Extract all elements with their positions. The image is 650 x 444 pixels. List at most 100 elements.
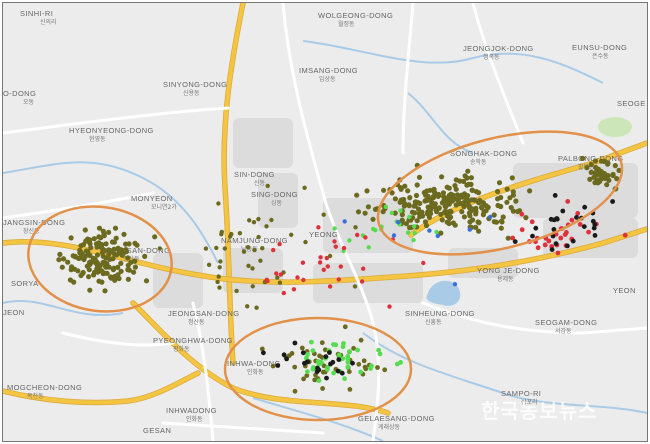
point [504, 186, 510, 192]
point [256, 216, 261, 222]
point [498, 218, 505, 224]
point [289, 232, 294, 237]
point [75, 268, 81, 274]
point [57, 251, 63, 257]
label-sorya: SORYA [11, 279, 38, 288]
point [216, 201, 221, 206]
point [327, 350, 332, 355]
point [352, 284, 358, 289]
point [530, 233, 535, 239]
point [405, 188, 411, 194]
place-label-korean: 게래상동 [378, 423, 401, 431]
point [401, 196, 407, 203]
point [83, 248, 89, 254]
point [264, 224, 269, 229]
point [250, 266, 255, 271]
point [219, 229, 224, 235]
point [261, 350, 266, 356]
label-gelaesang-dong: GELAESANG-DONG게래상동 [358, 414, 435, 431]
point [453, 186, 459, 192]
point [289, 351, 295, 356]
point [152, 234, 158, 240]
point [88, 244, 94, 251]
point [565, 243, 570, 249]
point [277, 241, 282, 247]
point [291, 287, 297, 292]
point [321, 212, 326, 217]
point [98, 235, 104, 241]
place-label-name: MONYEON [131, 194, 173, 203]
point [565, 199, 571, 204]
point [406, 202, 412, 208]
label-o-dong: O-DONG오동 [3, 89, 36, 106]
point [96, 278, 102, 284]
point [316, 367, 322, 373]
point [56, 257, 62, 263]
place-label-name: JANGSIN-DONG [3, 218, 65, 227]
point [597, 168, 604, 174]
point [529, 219, 535, 225]
point [417, 200, 423, 206]
point [102, 288, 108, 294]
point [125, 276, 131, 282]
point [339, 370, 345, 376]
point [206, 262, 212, 267]
point [387, 304, 392, 309]
point [301, 376, 306, 382]
place-label-name: JEON [3, 308, 25, 317]
point [422, 219, 429, 225]
point [581, 224, 587, 230]
point [359, 279, 365, 284]
label-sinheung-dong: SINHEUNG-DONG신흥동 [405, 309, 474, 326]
label-yongje-dong: YONG JE-DONG용제동 [477, 266, 539, 283]
point [355, 347, 360, 353]
place-label-korean: 서감동 [555, 327, 572, 335]
point [295, 275, 300, 280]
point [218, 259, 223, 264]
point [527, 188, 533, 194]
place-label-name: GESAN [143, 426, 171, 435]
point [373, 228, 378, 233]
point [398, 208, 403, 213]
place-label-name: SONGHAK-DONG [450, 149, 517, 158]
point [375, 365, 380, 370]
point [269, 217, 274, 223]
point [94, 252, 101, 258]
point [81, 256, 87, 263]
point [396, 220, 401, 225]
point [439, 217, 445, 223]
point [504, 199, 510, 205]
point [364, 188, 370, 194]
point [350, 360, 355, 366]
point [324, 255, 329, 261]
place-label-name: GELAESANG-DONG [358, 414, 435, 423]
point [592, 158, 599, 164]
point [256, 234, 261, 240]
point [345, 364, 351, 370]
point [119, 252, 125, 258]
point [362, 364, 368, 370]
point [510, 208, 516, 214]
point [491, 219, 497, 225]
point [392, 196, 398, 202]
point [101, 248, 107, 254]
point [278, 272, 284, 277]
point [258, 258, 263, 263]
point [469, 187, 475, 193]
point [443, 204, 449, 210]
map-frame: SINHI-RI 신의리 WOLGEONG-DONG 월정동 JEONGJOK-DONG… [2, 2, 648, 442]
map-canvas[interactable]: SINHI-RI신의리 WOLGEONG-DONG월정동 JEONGJOK-DONG… [3, 3, 647, 441]
point [333, 342, 339, 348]
point [462, 200, 468, 206]
point [355, 232, 360, 238]
urban-block-0 [233, 118, 293, 168]
point [604, 182, 610, 188]
label-sinyong-dong: SINYONG-DONG신용동 [163, 80, 227, 97]
label-songhak-dong: SONGHAK-DONG송학동 [450, 149, 517, 166]
point [302, 185, 307, 190]
place-label-name: JEONGSAN-DONG [168, 309, 239, 318]
point [570, 238, 576, 244]
point [398, 360, 403, 365]
point [305, 352, 310, 357]
point [440, 190, 446, 196]
